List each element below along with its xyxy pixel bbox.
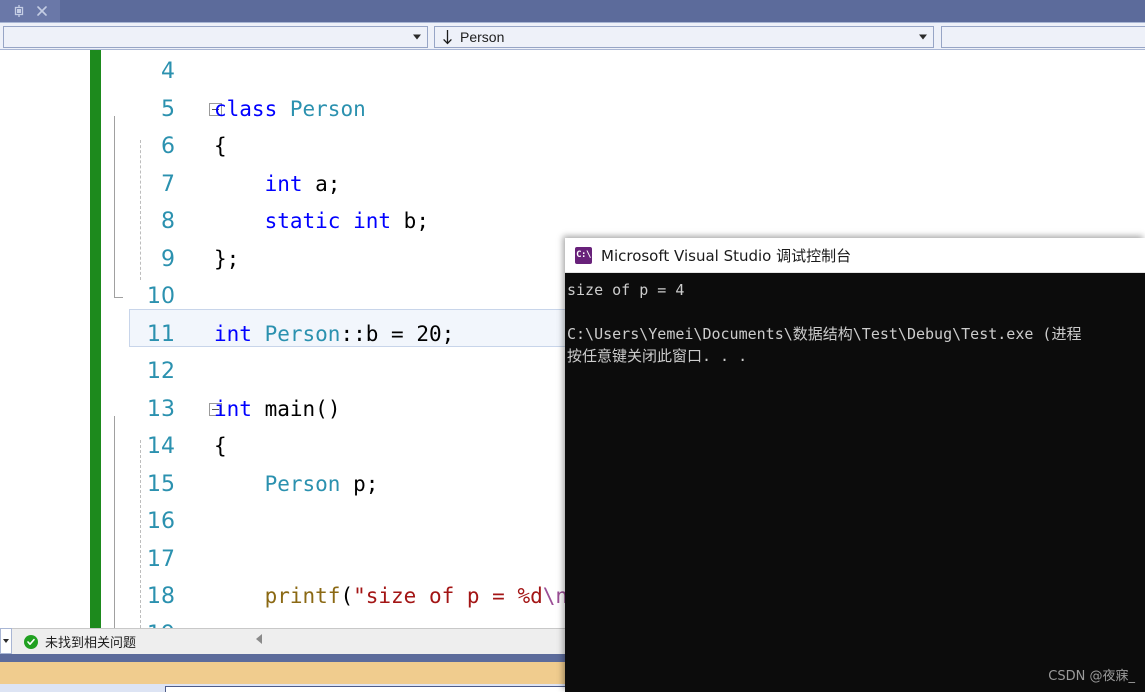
member-dropdown[interactable]: Person xyxy=(434,26,934,48)
console-line: 按任意键关闭此窗口. . . xyxy=(567,347,748,365)
code-line: 4 xyxy=(101,53,1145,91)
line-number: 9 xyxy=(161,246,175,272)
console-line: size of p = 4 xyxy=(567,281,685,299)
console-output: size of p = 4 C:\Users\Yemei\Documents\数据… xyxy=(565,273,1145,692)
tab-button-group xyxy=(0,0,60,22)
member-dropdown-value: Person xyxy=(460,29,505,45)
pin-icon[interactable] xyxy=(12,4,26,18)
extra-dropdown[interactable] xyxy=(941,26,1145,48)
line-number: 18 xyxy=(147,584,175,609)
line-number: 16 xyxy=(147,509,175,534)
code-text: Person p; xyxy=(264,471,379,496)
status-bar-dropdown[interactable] xyxy=(0,628,12,654)
check-circle-icon xyxy=(24,634,38,649)
code-text: int a; xyxy=(264,171,341,196)
line-number: 11 xyxy=(147,321,175,347)
code-line: 5 class Person xyxy=(101,91,1145,129)
chevron-down-icon xyxy=(413,34,421,40)
collapse-arrow-icon[interactable] xyxy=(256,634,262,644)
line-number: 12 xyxy=(147,359,175,384)
code-text: }; xyxy=(214,246,240,271)
code-line: 7 int a; xyxy=(101,166,1145,204)
csdn-watermark: CSDN @夜寐_ xyxy=(1048,669,1135,684)
console-title-bar: C:\ Microsoft Visual Studio 调试控制台 xyxy=(565,238,1145,273)
code-text: class Person xyxy=(214,96,366,121)
code-text: printf("size of p = %d\n xyxy=(264,584,569,608)
close-icon[interactable] xyxy=(35,4,49,18)
line-number: 17 xyxy=(147,546,175,572)
line-number: 14 xyxy=(147,434,175,459)
console-line: C:\Users\Yemei\Documents\数据结构\Test\Debug… xyxy=(567,325,1082,343)
line-number: 6 xyxy=(161,134,175,159)
editor-navigation-bar: Person xyxy=(0,22,1145,50)
code-text: { xyxy=(214,134,227,158)
line-number: 10 xyxy=(147,284,175,309)
app-window: Person 4 5 class Person 6{7 int a; 8 static … xyxy=(0,0,1145,692)
chevron-down-icon xyxy=(919,34,927,40)
line-number: 5 xyxy=(161,96,175,122)
code-line: 6{ xyxy=(101,128,1145,166)
change-indicator-bar xyxy=(90,50,101,628)
status-message: 未找到相关问题 xyxy=(45,636,137,651)
line-number: 19 xyxy=(101,616,175,629)
line-number: 7 xyxy=(161,171,175,197)
code-line: 8 static int b; xyxy=(101,203,1145,241)
line-number: 4 xyxy=(161,59,175,84)
line-number: 8 xyxy=(161,209,175,234)
line-number-gutter xyxy=(0,50,88,628)
line-number: 13 xyxy=(147,396,175,422)
cmd-icon: C:\ xyxy=(575,246,592,264)
down-arrow-icon xyxy=(441,29,454,46)
code-text: int main() xyxy=(214,396,341,421)
scope-dropdown[interactable] xyxy=(3,26,428,48)
code-text: { xyxy=(214,434,227,458)
debug-console-window[interactable]: C:\ Microsoft Visual Studio 调试控制台 size o… xyxy=(565,238,1145,692)
code-text: int Person::b = 20; xyxy=(214,321,455,346)
code-text: static int b; xyxy=(264,209,429,233)
window-tab-strip xyxy=(0,0,1145,22)
console-title-text: Microsoft Visual Studio 调试控制台 xyxy=(601,246,852,265)
line-number: 15 xyxy=(147,471,175,497)
